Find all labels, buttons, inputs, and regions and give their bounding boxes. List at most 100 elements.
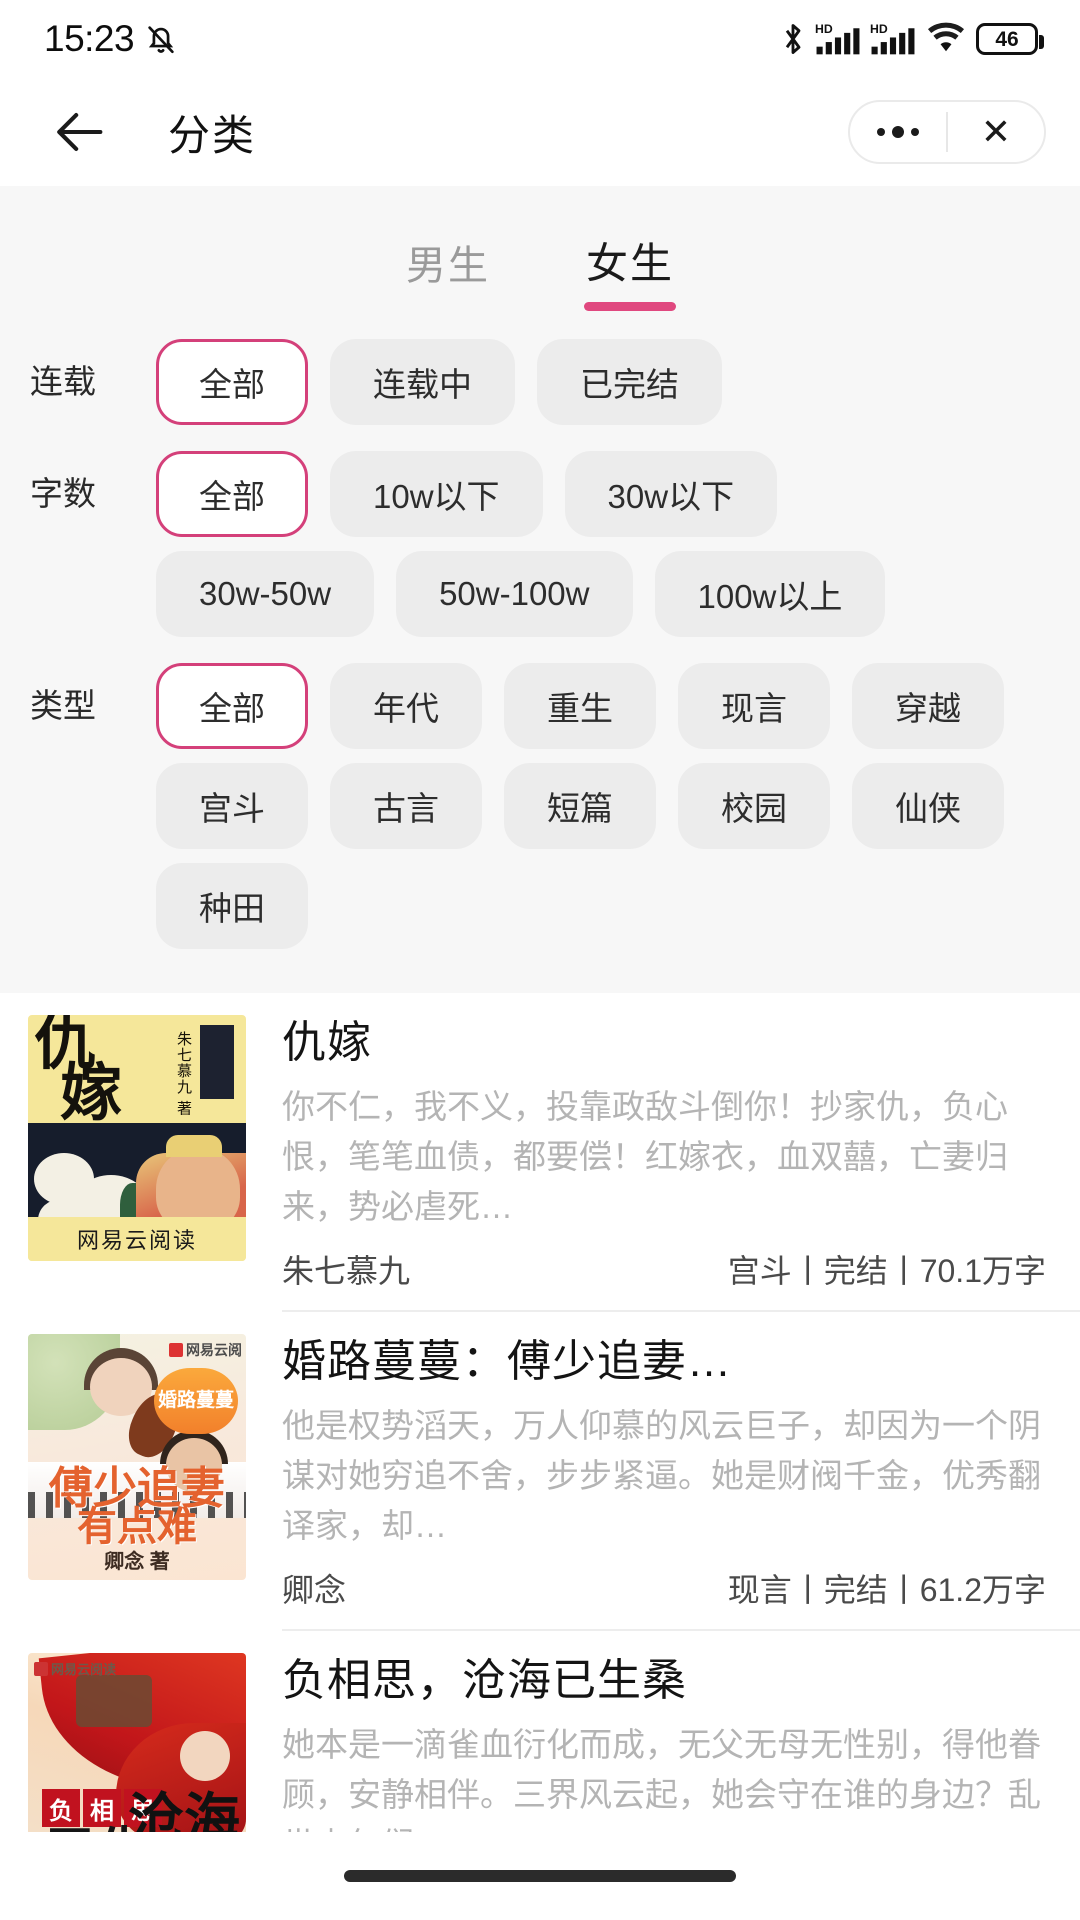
hd-signal-icon-2: HD <box>870 20 916 58</box>
chip-genre-chuanyue[interactable]: 穿越 <box>852 663 1004 749</box>
chip-genre-gongdou[interactable]: 宫斗 <box>156 763 308 849</box>
chip-serialization-finished[interactable]: 已完结 <box>537 339 722 425</box>
wifi-icon <box>925 22 967 56</box>
filter-label-wordcount: 字数 <box>30 475 96 512</box>
home-indicator[interactable] <box>344 1870 736 1882</box>
chip-genre-xianxia[interactable]: 仙侠 <box>852 763 1004 849</box>
book-meta-row: 卿念 现言丨完结丨61.2万字 <box>282 1565 1046 1629</box>
chip-genre-duanpian[interactable]: 短篇 <box>504 763 656 849</box>
cover-title-text: 傅少追妻 有点难 <box>34 1466 240 1551</box>
filter-chips-genre-row2: 宫斗 古言 短篇 校园 仙侠 <box>156 763 1004 849</box>
chip-genre-chongsheng[interactable]: 重生 <box>504 663 656 749</box>
filter-chips-serialization: 全部 连载中 已完结 <box>156 339 722 425</box>
back-arrow-icon <box>52 103 110 161</box>
tab-underline <box>583 302 676 311</box>
chip-wordcount-30w-50w[interactable]: 30w-50w <box>156 551 375 637</box>
book-meta-row: 朱七慕九 宫斗丨完结丨70.1万字 <box>282 1246 1046 1310</box>
gender-tabs: 男生 女生 <box>0 186 1080 313</box>
back-button[interactable] <box>46 97 116 167</box>
chip-genre-xianyan[interactable]: 现言 <box>678 663 830 749</box>
cover-accent-box <box>200 1025 234 1099</box>
filter-label-serialization: 连载 <box>30 363 96 400</box>
page-title: 分类 <box>168 111 257 159</box>
battery-icon: 46 <box>976 23 1044 55</box>
chip-serialization-ongoing[interactable]: 连载中 <box>330 339 515 425</box>
book-description: 他是权势滔天，万人仰慕的风云巨子，却因为一个阴谋对她穷追不舍，步步紧逼。她是财阀… <box>282 1407 1041 1544</box>
cover-brand-text: 网易云阅读 <box>51 1662 117 1677</box>
chip-wordcount-under30w[interactable]: 30w以下 <box>564 451 778 537</box>
mute-bell-icon <box>144 22 178 56</box>
close-icon: ✕ <box>980 111 1012 152</box>
book-description: 她本是一滴雀血衍化而成，无父无母无性别，得他眷顾，安静相伴。三界风云起，她会守在… <box>282 1726 1041 1832</box>
tab-female[interactable]: 女生 <box>583 230 676 313</box>
book-cover: 仇嫁 朱七慕九 著 网易云阅读 <box>28 1015 246 1261</box>
cover-brand-text: 网易云阅读 <box>76 1227 197 1253</box>
book-list-item[interactable]: 网易云阅 婚路蔓蔓 傅少追妻 有点难 卿念 著 婚路蔓蔓：傅少追妻… 他是权势滔… <box>0 1312 1080 1629</box>
book-info: 仇嫁 你不仁，我不义，投靠政敌斗倒你！抄家仇，负心恨，笔笔血债，都要偿！红嫁衣，… <box>246 1015 1046 1310</box>
chip-wordcount-50w-100w[interactable]: 50w-100w <box>396 551 633 637</box>
filter-group-serialization: 连载 全部 连载中 已完结 <box>0 339 1080 425</box>
status-time: 15:23 <box>44 18 135 59</box>
cover-brand-logo: 网易云阅 <box>169 1340 242 1360</box>
svg-text:HD: HD <box>815 22 833 36</box>
chip-genre-niandai[interactable]: 年代 <box>330 663 482 749</box>
chip-genre-xiaoyuan[interactable]: 校园 <box>678 763 830 849</box>
chip-serialization-all[interactable]: 全部 <box>156 339 308 425</box>
book-cover: 网易云阅 婚路蔓蔓 傅少追妻 有点难 卿念 著 <box>28 1334 246 1580</box>
cover-brand-logo: 网易云阅读 <box>34 1659 116 1678</box>
book-cover: 网易云阅读 负 相 思 已生 沧海 FUXIANGSI CANGHAI YISH… <box>28 1653 246 1832</box>
bluetooth-icon <box>780 21 806 57</box>
chip-wordcount-over100w[interactable]: 100w以上 <box>654 551 886 637</box>
cover-author-text: 卿念 著 <box>104 1551 170 1573</box>
cover-woman-face <box>180 1731 230 1781</box>
filter-group-genre: 类型 全部 年代 重生 现言 穿越 <box>0 663 1080 749</box>
gesture-bar-area <box>0 1832 1080 1920</box>
svg-text:HD: HD <box>870 22 888 36</box>
book-info: 婚路蔓蔓：傅少追妻… 他是权势滔天，万人仰慕的风云巨子，却因为一个阴谋对她穷追不… <box>246 1334 1046 1629</box>
filter-group-genre-row3: 种田 <box>0 863 1080 949</box>
chip-genre-guyan[interactable]: 古言 <box>330 763 482 849</box>
cover-author-vertical: 朱七慕九 著 <box>175 1031 192 1117</box>
cover-title-part2: 沧海 <box>128 1786 240 1832</box>
cover-series-badge: 婚路蔓蔓 <box>154 1368 238 1434</box>
mini-program-capsule: ✕ <box>848 100 1046 164</box>
status-bar: 15:23 HD HD 46 <box>0 0 1080 78</box>
book-list: 仇嫁 朱七慕九 著 网易云阅读 仇嫁 你不仁，我不义，投靠政敌斗倒你！抄家仇，负… <box>0 993 1080 1832</box>
cover-brand-text: 网易云阅 <box>186 1342 242 1358</box>
tab-female-label: 女生 <box>585 240 674 287</box>
tab-male-label: 男生 <box>405 244 490 288</box>
book-description: 你不仁，我不义，投靠政敌斗倒你！抄家仇，负心恨，笔笔血债，都要偿！红嫁衣，血双囍… <box>282 1088 1008 1225</box>
cover-illustration <box>28 1123 246 1217</box>
book-author: 卿念 <box>282 1572 347 1608</box>
filter-chips-genre-row1: 全部 年代 重生 现言 穿越 <box>156 663 1004 749</box>
cover-top-area: 仇嫁 朱七慕九 著 <box>28 1015 246 1123</box>
book-tags: 现言丨完结丨61.2万字 <box>727 1572 1046 1608</box>
chip-genre-all[interactable]: 全部 <box>156 663 308 749</box>
filter-panel: 男生 女生 连载 全部 连载中 已完结 字数 全部 10w以下 30w以下 30… <box>0 186 1080 993</box>
close-button[interactable]: ✕ <box>948 102 1044 162</box>
filter-group-wordcount: 字数 全部 10w以下 30w以下 <box>0 451 1080 537</box>
chip-genre-zhongtian[interactable]: 种田 <box>156 863 308 949</box>
nav-bar: 分类 ✕ <box>0 78 1080 186</box>
chip-wordcount-under10w[interactable]: 10w以下 <box>330 451 543 537</box>
status-bar-right: HD HD 46 <box>780 20 1044 58</box>
filter-group-wordcount-row2: 30w-50w 50w-100w 100w以上 <box>0 551 1080 637</box>
cover-brand-footer: 网易云阅读 <box>28 1216 246 1261</box>
app-screen: 15:23 HD HD 46 分类 ✕ 男生 女生 连载 全部 连载中 已完结 … <box>0 0 1080 1920</box>
filter-chips-wordcount-row2: 30w-50w 50w-100w 100w以上 <box>156 551 886 637</box>
chip-wordcount-all[interactable]: 全部 <box>156 451 308 537</box>
book-info: 负相思，沧海已生桑 她本是一滴雀血衍化而成，无父无母无性别，得他眷顾，安静相伴。… <box>246 1653 1046 1832</box>
more-dots-icon <box>877 126 919 138</box>
book-title: 婚路蔓蔓：傅少追妻… <box>282 1337 732 1386</box>
cover-title-line2: 有点难 <box>77 1503 197 1551</box>
more-button[interactable] <box>850 102 946 162</box>
book-list-item[interactable]: 网易云阅读 负 相 思 已生 沧海 FUXIANGSI CANGHAI YISH… <box>0 1631 1080 1832</box>
book-list-item[interactable]: 仇嫁 朱七慕九 著 网易云阅读 仇嫁 你不仁，我不义，投靠政敌斗倒你！抄家仇，负… <box>0 993 1080 1310</box>
cover-title-calligraphy: 仇嫁 <box>34 1015 123 1129</box>
filter-label-genre: 类型 <box>30 687 96 724</box>
tab-male[interactable]: 男生 <box>406 233 490 313</box>
filter-chips-genre-row3: 种田 <box>156 863 308 949</box>
filter-chips-wordcount-row1: 全部 10w以下 30w以下 <box>156 451 778 537</box>
book-title: 仇嫁 <box>282 1018 372 1067</box>
battery-level: 46 <box>995 27 1019 51</box>
